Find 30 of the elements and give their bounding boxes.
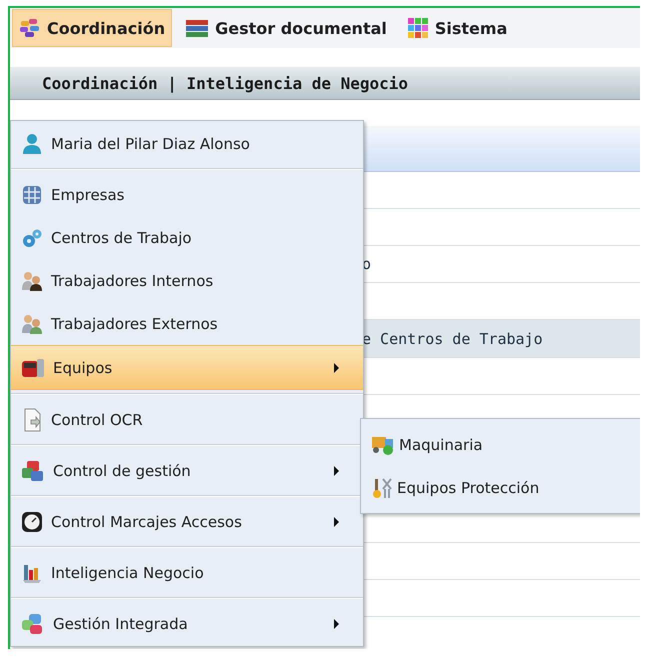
people-icon [21,270,43,292]
menu-item[interactable]: Centros de Trabajo [11,216,363,259]
colorful-blocks-icon [19,18,41,38]
menu-item[interactable]: Maria del Pilar Diaz Alonso [11,122,363,165]
menu-item[interactable]: Maquinaria [361,423,640,466]
color-grid-icon [406,17,429,39]
menu-item[interactable]: Control de gestión [11,449,363,492]
menu-item[interactable]: Control OCR [11,398,363,441]
tools-icon [371,476,393,498]
menu-item[interactable]: Trabajadores Internos [11,259,363,302]
colored-cubes-icon [21,612,45,634]
colored-cubes-icon [21,460,45,482]
menu-item[interactable]: Control Marcajes Accesos [11,500,363,543]
menu-tab[interactable]: Gestor documental [178,9,394,47]
building-grid-icon [21,184,43,206]
menu-tab[interactable]: Sistema [400,9,514,47]
person-icon [21,132,43,154]
menu-item[interactable]: Inteligencia Negocio [11,551,363,594]
menu-item[interactable]: Equipos Protección [361,466,640,509]
machine-icon [21,356,45,378]
gears-icon [21,226,43,248]
people-icon [21,312,43,334]
menu-item[interactable]: Trabajadores Externos [11,302,363,345]
menu-tab[interactable]: Coordinación [12,9,172,47]
menu-item[interactable]: Empresas [11,173,363,216]
breadcrumb-text: Coordinación | Inteligencia de Negocio [42,74,408,92]
clock-icon [21,510,43,532]
menu-item[interactable]: Equipos [11,345,363,390]
books-stack-icon [185,18,210,38]
menu-item[interactable]: Gestión Integrada [11,602,363,645]
